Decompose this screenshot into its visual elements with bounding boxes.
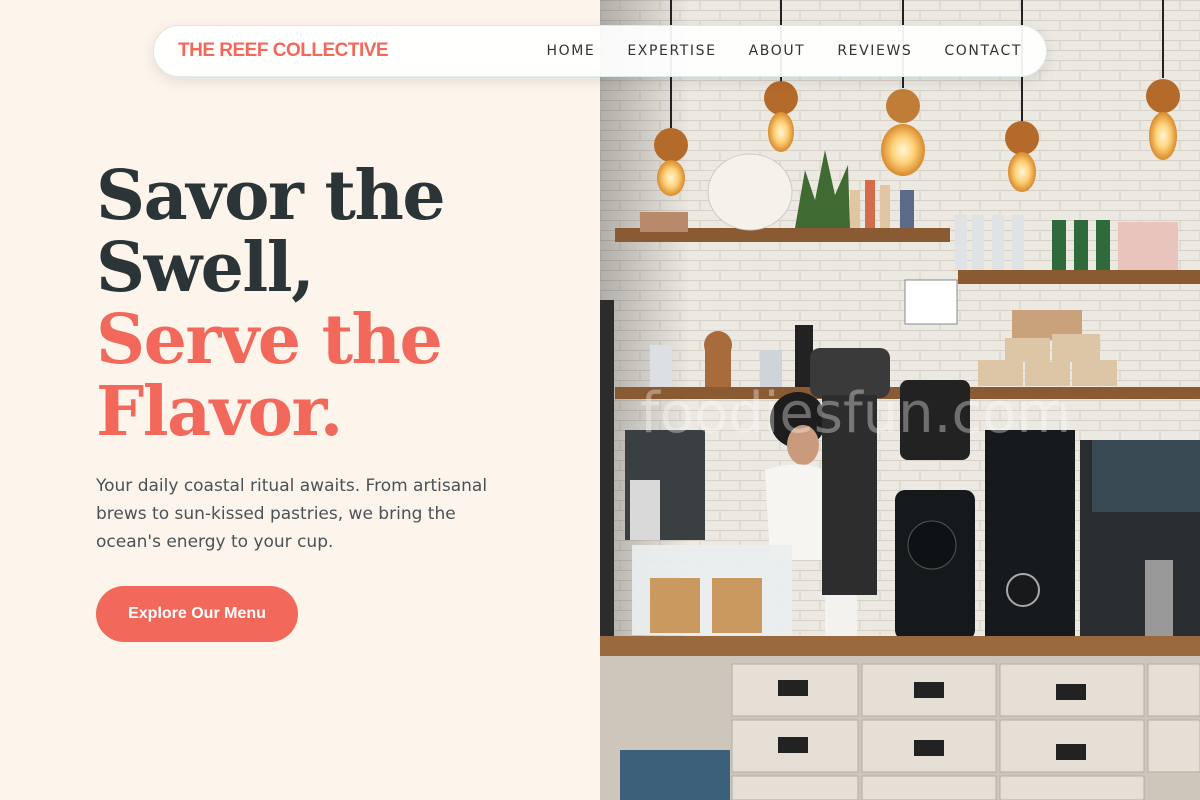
hero-title-line-1: Savor the	[96, 156, 446, 236]
hero-title-line-2: Swell,	[96, 228, 315, 308]
top-navbar: THE REEF COLLECTIVE HOME EXPERTISE ABOUT…	[153, 25, 1047, 77]
nav-link-contact[interactable]: CONTACT	[944, 43, 1022, 59]
hero-title: Savor the Swell, Serve the Flavor.	[96, 160, 576, 448]
explore-menu-button[interactable]: Explore Our Menu	[96, 586, 298, 642]
hero-subtitle: Your daily coastal ritual awaits. From a…	[96, 476, 488, 552]
watermark-text: foodiesfun.com	[640, 381, 1071, 446]
hero-title-line-4: Flavor.	[96, 372, 343, 452]
nav-link-reviews[interactable]: REVIEWS	[837, 43, 912, 59]
nav-link-about[interactable]: ABOUT	[749, 43, 806, 59]
nav-link-expertise[interactable]: EXPERTISE	[627, 43, 716, 59]
hero-image: foodiesfun.com	[600, 0, 1200, 800]
hero-title-line-3: Serve the	[96, 300, 443, 380]
brand-logo[interactable]: THE REEF COLLECTIVE	[178, 40, 389, 62]
hero-section: Savor the Swell, Serve the Flavor. Your …	[96, 160, 576, 556]
coffee-shop-photo: foodiesfun.com	[600, 0, 1200, 800]
nav-links: HOME EXPERTISE ABOUT REVIEWS CONTACT	[514, 43, 1022, 59]
nav-link-home[interactable]: HOME	[546, 43, 595, 59]
